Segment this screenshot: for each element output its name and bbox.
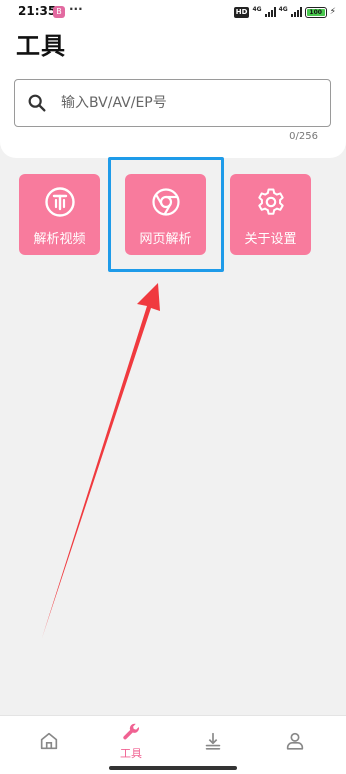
- char-counter: 0/256: [289, 131, 318, 142]
- nav-download[interactable]: [183, 716, 243, 766]
- download-icon: [205, 732, 221, 750]
- search-icon: [28, 94, 46, 112]
- nav-profile[interactable]: [265, 716, 325, 766]
- gear-icon: [257, 188, 284, 215]
- wrench-icon: [123, 723, 139, 740]
- about-settings-label: 关于设置: [244, 232, 297, 247]
- notification-app-icon: B: [53, 6, 65, 18]
- battery-icon: 100: [304, 6, 327, 18]
- network-type-1: 4G: [252, 5, 262, 13]
- page-title: 工具: [16, 32, 66, 60]
- home-icon: [40, 732, 58, 750]
- search-box[interactable]: [14, 79, 331, 127]
- about-settings-tile[interactable]: 关于设置: [230, 174, 311, 255]
- nav-home[interactable]: [19, 716, 79, 766]
- search-input[interactable]: [61, 88, 311, 118]
- parse-video-tile[interactable]: 解析视频: [19, 174, 100, 255]
- more-notifications-icon: ···: [69, 2, 83, 16]
- nav-tools[interactable]: 工具: [101, 716, 161, 766]
- bolt-icon: ⚡: [329, 7, 336, 17]
- coin-icon: [44, 187, 75, 217]
- hd-badge: HD: [233, 6, 250, 18]
- parse-video-label: 解析视频: [33, 232, 86, 247]
- signal-icon: [264, 7, 276, 17]
- nav-tools-label: 工具: [120, 747, 142, 760]
- status-time: 21:35: [18, 4, 57, 18]
- network-type-2: 4G: [278, 5, 288, 13]
- web-parse-label: 网页解析: [139, 232, 192, 247]
- signal-icon-2: [290, 7, 302, 17]
- status-indicators: HD 4G 4G 100 ⚡: [233, 5, 336, 18]
- status-bar: 21:35 B ··· HD 4G 4G 100 ⚡: [0, 0, 346, 26]
- home-indicator: [109, 766, 237, 770]
- chrome-icon: [151, 188, 180, 216]
- web-parse-tile[interactable]: 网页解析: [125, 174, 206, 255]
- person-icon: [286, 732, 304, 750]
- battery-level: 100: [306, 8, 325, 16]
